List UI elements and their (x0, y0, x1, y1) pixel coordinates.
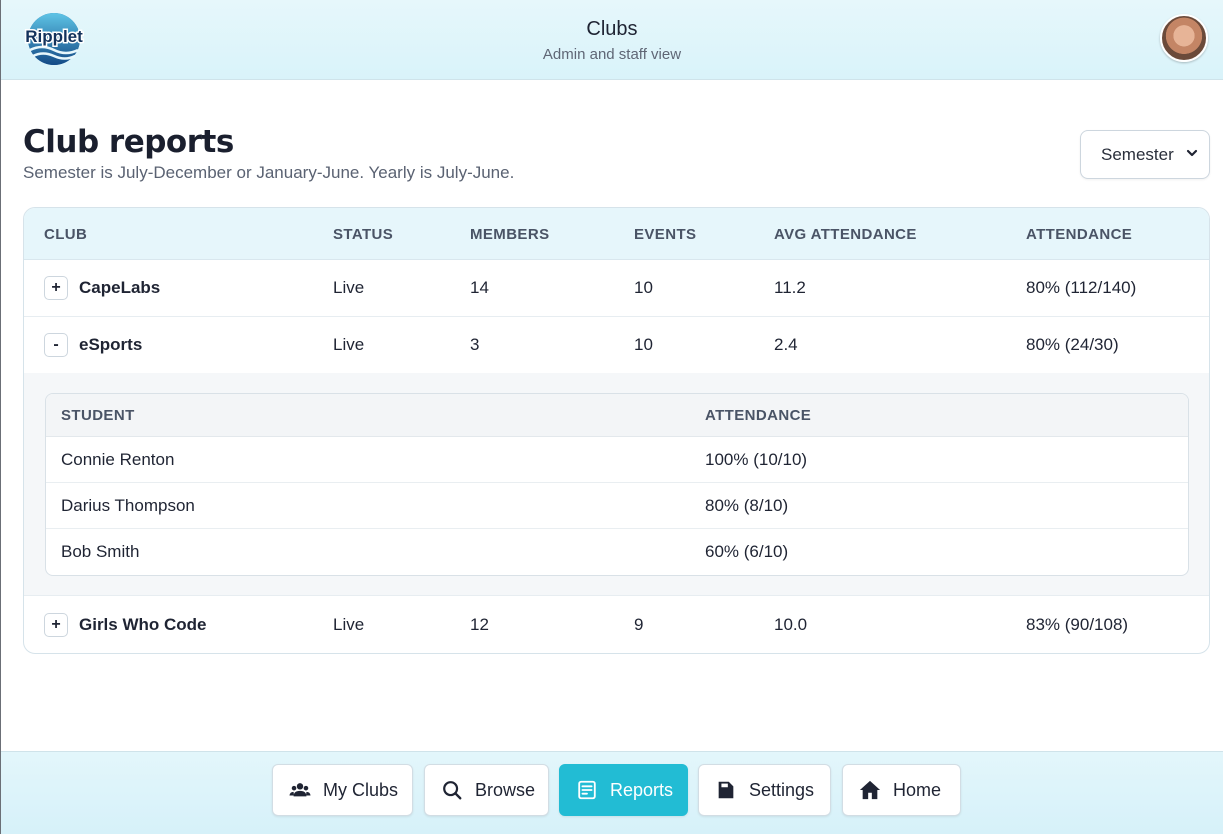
period-select[interactable]: Semester (1080, 130, 1210, 179)
club-members: 3 (470, 335, 480, 354)
club-status: Live (333, 278, 365, 297)
user-avatar[interactable] (1160, 14, 1208, 62)
app-header: Ripplet Clubs Admin and staff view (1, 0, 1223, 80)
club-attendance: 83% (90/108) (1026, 615, 1129, 634)
student-attendance-table: STUDENT ATTENDANCE Connie Renton 100% (1… (45, 393, 1189, 576)
column-header-events: EVENTS (634, 226, 697, 243)
column-header-club: CLUB (44, 226, 88, 243)
club-attendance: 80% (112/140) (1026, 278, 1137, 297)
student-row: Connie Renton 100% (10/10) (46, 437, 1188, 483)
club-events: 10 (634, 278, 653, 297)
period-select-value: Semester (1101, 144, 1174, 164)
table-row: + CapeLabs Live 14 10 11.2 80% (112/140) (24, 260, 1209, 317)
report-icon (578, 780, 596, 800)
club-status: Live (333, 615, 365, 634)
column-header-student-attendance: ATTENDANCE (705, 407, 812, 424)
table-row: - eSports Live 3 10 2.4 80% (24/30) (24, 317, 1209, 374)
column-header-attendance: ATTENDANCE (1026, 226, 1133, 243)
club-avg-attendance: 11.2 (774, 278, 806, 297)
club-events: 9 (634, 615, 644, 634)
club-members: 14 (470, 278, 489, 297)
chevron-down-icon (1186, 149, 1198, 157)
nav-browse-button[interactable]: Browse (424, 764, 549, 816)
student-attendance: 80% (8/10) (705, 496, 789, 515)
bottom-navigation: My Clubs Browse Reports Settings Home (1, 751, 1223, 834)
collapse-button[interactable]: - (44, 333, 68, 357)
club-name: eSports (79, 335, 143, 354)
student-row: Darius Thompson 80% (8/10) (46, 483, 1188, 529)
nav-label: Reports (610, 779, 674, 800)
nav-settings-button[interactable]: Settings (698, 764, 831, 816)
expand-button[interactable]: + (44, 276, 68, 300)
student-name: Connie Renton (61, 450, 175, 469)
search-icon (443, 781, 462, 800)
club-status: Live (333, 335, 365, 354)
student-row: Bob Smith 60% (6/10) (46, 529, 1188, 575)
student-attendance: 60% (6/10) (705, 542, 789, 561)
header-title: Clubs (586, 18, 638, 40)
page-description: Semester is July-December or January-Jun… (23, 163, 515, 182)
club-events: 10 (634, 335, 653, 354)
club-attendance: 80% (24/30) (1026, 335, 1119, 354)
column-header-status: STATUS (333, 226, 394, 243)
page-title: Club reports (23, 124, 234, 160)
club-avg-attendance: 10.0 (774, 615, 808, 634)
users-icon (289, 783, 311, 797)
nav-reports-button[interactable]: Reports (559, 764, 688, 816)
table-header: CLUB STATUS MEMBERS EVENTS AVG ATTENDANC… (24, 208, 1209, 260)
nav-label: Home (893, 779, 942, 800)
expand-button[interactable]: + (44, 613, 68, 637)
nav-my-clubs-button[interactable]: My Clubs (272, 764, 413, 816)
column-header-avg-attendance: AVG ATTENDANCE (774, 226, 917, 243)
nav-home-button[interactable]: Home (842, 764, 961, 816)
nav-label: Settings (749, 779, 815, 800)
nav-label: Browse (475, 779, 536, 800)
student-table-header: STUDENT ATTENDANCE (46, 394, 1188, 437)
table-row: + Girls Who Code Live 12 9 10.0 83% (90/… (24, 597, 1209, 653)
nav-label: My Clubs (323, 779, 399, 800)
expanded-row-details: STUDENT ATTENDANCE Connie Renton 100% (1… (24, 373, 1209, 596)
club-avg-attendance: 2.4 (774, 335, 798, 354)
club-members: 12 (470, 615, 489, 634)
student-name: Darius Thompson (61, 496, 195, 515)
club-name: Girls Who Code (79, 615, 207, 634)
student-attendance: 100% (10/10) (705, 450, 808, 469)
club-name: CapeLabs (79, 278, 161, 297)
home-icon (859, 780, 881, 800)
column-header-student: STUDENT (61, 407, 135, 424)
student-name: Bob Smith (61, 542, 140, 561)
column-header-members: MEMBERS (470, 226, 550, 243)
settings-icon (718, 781, 734, 799)
header-subtitle: Admin and staff view (542, 46, 682, 63)
club-reports-table: CLUB STATUS MEMBERS EVENTS AVG ATTENDANC… (23, 207, 1210, 654)
